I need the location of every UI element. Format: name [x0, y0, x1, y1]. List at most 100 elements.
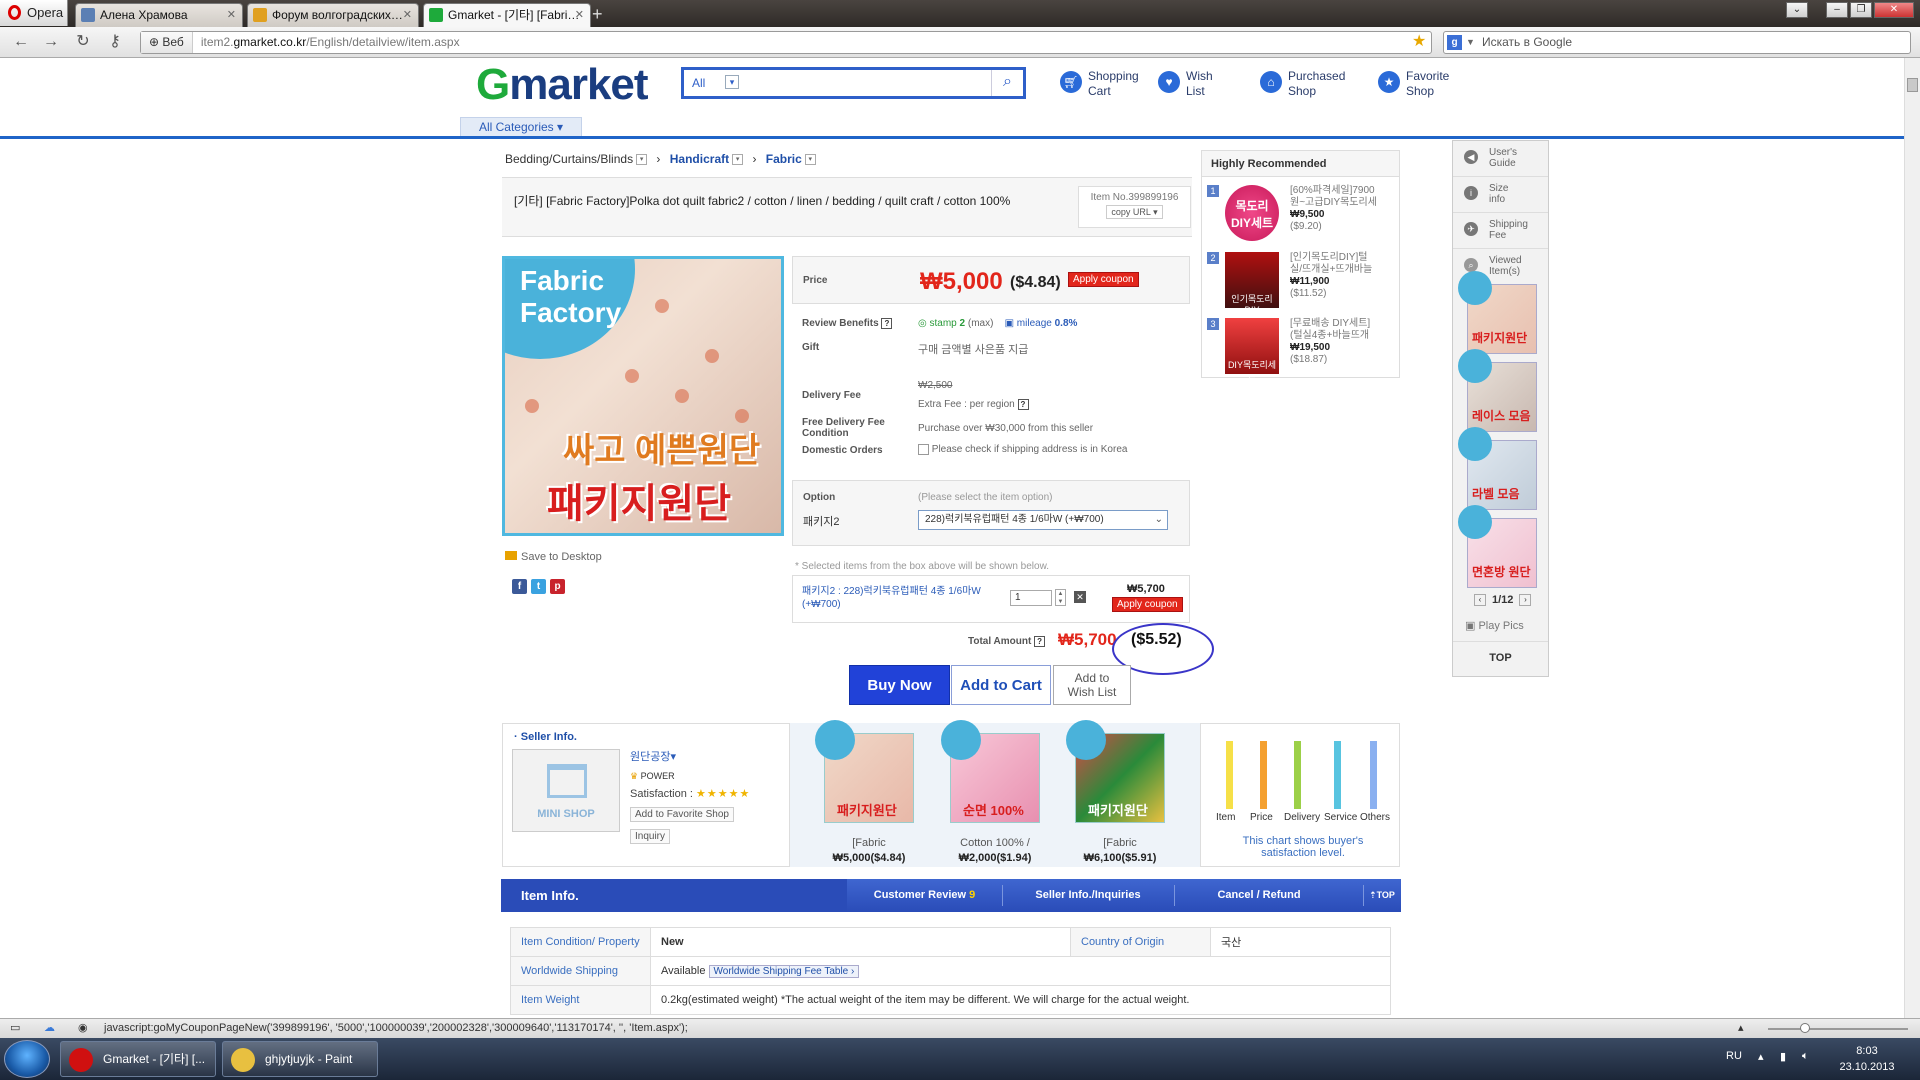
seller-product-price[interactable]: Cotton 100% / ₩2,000($1.94)	[935, 836, 1055, 866]
viewed-item-thumb[interactable]: 라벨 모음	[1458, 427, 1537, 510]
seller-product-image[interactable]: 순면 100%	[941, 720, 1040, 823]
favorite-shop-link[interactable]: ★ Favorite Shop	[1378, 69, 1449, 99]
recommended-item[interactable]: 3 DIY목도리세트 [무료배송 DIY세트] (털실4종+바늘뜨개 ₩19,500…	[1207, 318, 1397, 383]
address-bar[interactable]: ⊕ Веб item2.gmarket.co.kr/English/detailv…	[140, 31, 1432, 54]
apply-coupon-button[interactable]: Apply coupon	[1068, 272, 1139, 287]
viewed-item-thumb[interactable]: 면혼방 원단	[1458, 505, 1537, 588]
remove-item-icon[interactable]: ✕	[1074, 591, 1086, 603]
buy-now-button[interactable]: Buy Now	[849, 665, 950, 705]
chevron-down-icon[interactable]: ▾	[804, 154, 816, 166]
opera-menu-button[interactable]: Opera	[0, 0, 68, 26]
shipping-fee-link[interactable]: ✈ Shipping Fee	[1453, 213, 1548, 249]
recommended-image[interactable]: DIY목도리세트	[1225, 318, 1279, 383]
breadcrumb-item[interactable]: Fabric	[766, 152, 802, 166]
chevron-down-icon[interactable]: ▼	[1466, 32, 1475, 53]
chevron-down-icon[interactable]: ▾	[732, 154, 744, 166]
add-to-cart-button[interactable]: Add to Cart	[951, 665, 1051, 705]
vertical-scrollbar[interactable]	[1904, 58, 1920, 1018]
search-category[interactable]: All	[692, 76, 705, 90]
chevron-down-icon[interactable]: ▾	[725, 75, 739, 89]
mini-shop-button[interactable]: MINI SHOP	[512, 749, 620, 832]
chevron-down-icon[interactable]: ▾	[636, 154, 648, 166]
pinterest-icon[interactable]: p	[550, 579, 565, 594]
close-tab-icon[interactable]: ✕	[575, 4, 584, 26]
recommended-image[interactable]: 목도리 DIY세트	[1225, 185, 1279, 241]
site-search-box[interactable]: All ▾ ⌕	[681, 67, 1026, 99]
tab-seller-inquiries[interactable]: Seller Info./Inquiries	[1002, 879, 1174, 912]
chevron-up-icon[interactable]: ▴	[1738, 1019, 1744, 1038]
twitter-icon[interactable]: t	[531, 579, 546, 594]
play-pics-button[interactable]: ▣ Play Pics	[1465, 619, 1524, 632]
restore-icon[interactable]: ❐	[1850, 2, 1872, 18]
top-button[interactable]: TOP	[1453, 652, 1548, 664]
domestic-checkbox[interactable]	[918, 444, 929, 455]
all-categories-tab[interactable]: All Categories ▾	[460, 117, 582, 137]
key-icon[interactable]: ⚷	[104, 32, 126, 52]
tab-customer-review[interactable]: Customer Review 9	[847, 879, 1002, 912]
viewed-item-thumb[interactable]: 패키지원단	[1458, 271, 1537, 354]
windows-start-button[interactable]	[4, 1040, 50, 1078]
reload-icon[interactable]: ↻	[72, 32, 94, 52]
browser-tab[interactable]: Алена Храмова ✕	[75, 3, 243, 27]
seller-product-price[interactable]: [Fabric ₩5,000($4.84)	[809, 836, 929, 866]
browser-tab[interactable]: Форум волгоградских… ✕	[247, 3, 419, 27]
minimize-icon[interactable]: –	[1826, 2, 1848, 18]
new-tab-icon[interactable]: +	[592, 4, 603, 24]
seller-product-image[interactable]: 패키지원단	[815, 720, 914, 823]
search-icon[interactable]: ⌕	[991, 70, 1023, 96]
quantity-stepper[interactable]: ▲ ▼	[1055, 589, 1066, 606]
viewed-item-thumb[interactable]: 레이스 모음	[1458, 349, 1537, 432]
browser-tab-active[interactable]: Gmarket - [기타] [Fabri… ✕	[423, 3, 591, 27]
purchased-shop-link[interactable]: ⌂ Purchased Shop	[1260, 69, 1345, 99]
gmarket-logo[interactable]: Gmarket	[476, 60, 649, 110]
size-info-link[interactable]: i Size info	[1453, 177, 1548, 213]
turbo-icon[interactable]: ◉	[78, 1019, 88, 1038]
volume-icon[interactable]: 🔈︎	[1802, 1050, 1809, 1063]
facebook-icon[interactable]: f	[512, 579, 527, 594]
seller-product-price[interactable]: [Fabric ₩6,100($5.91)	[1060, 836, 1180, 866]
help-icon[interactable]: ?	[1017, 399, 1029, 410]
quantity-input[interactable]: 1	[1010, 590, 1052, 606]
language-indicator[interactable]: RU	[1726, 1050, 1742, 1062]
users-guide-link[interactable]: ◀ User's Guide	[1453, 141, 1548, 177]
cloud-icon[interactable]: ☁	[44, 1019, 55, 1038]
bookmark-star-icon[interactable]: ★	[1412, 31, 1426, 51]
shipping-fee-table-button[interactable]: Worldwide Shipping Fee Table ›	[708, 965, 860, 978]
taskbar-item-opera[interactable]: Gmarket - [기타] [...	[60, 1041, 216, 1077]
add-to-wish-list-button[interactable]: Add to Wish List	[1053, 665, 1131, 705]
shopping-cart-link[interactable]: 🛒︎ Shopping Cart	[1060, 69, 1139, 99]
apply-coupon-button[interactable]: Apply coupon	[1112, 597, 1183, 612]
chevron-left-icon[interactable]: ‹	[1474, 594, 1486, 607]
inquiry-button[interactable]: Inquiry	[630, 829, 671, 844]
browser-search-input[interactable]: g ▼ Искать в Google	[1443, 31, 1911, 54]
breadcrumb-item[interactable]: Handicraft	[670, 152, 729, 166]
show-hidden-icons-icon[interactable]: ▴	[1758, 1050, 1764, 1063]
recommended-image[interactable]: 인기목도리 DIY	[1225, 252, 1279, 315]
save-to-desktop-link[interactable]: Save to Desktop	[505, 551, 602, 563]
add-favorite-shop-button[interactable]: Add to Favorite Shop	[630, 807, 734, 822]
chevron-down-icon[interactable]: ⌄	[1786, 2, 1808, 18]
recommended-item[interactable]: 2 인기목도리 DIY [인기목도리DIY]털 실/뜨개실+뜨개바늘 ₩11,900…	[1207, 252, 1397, 315]
close-tab-icon[interactable]: ✕	[403, 4, 412, 26]
breadcrumb-item[interactable]: Bedding/Curtains/Blinds	[505, 152, 633, 166]
product-image[interactable]: Fabric Factory 싸고 예쁜원단 패키지원단	[502, 256, 784, 536]
tab-cancel-refund[interactable]: Cancel / Refund	[1174, 879, 1344, 912]
wish-list-link[interactable]: ♥ Wish List	[1158, 69, 1213, 99]
seller-name[interactable]: 원단공장▾	[630, 748, 676, 764]
chevron-right-icon[interactable]: ›	[1519, 594, 1532, 607]
help-icon[interactable]: ?	[1034, 636, 1046, 647]
recommended-item[interactable]: 1 목도리 DIY세트 [60%파격세일]7900 원~고급DIY목도리세 ₩9,5…	[1207, 185, 1397, 245]
back-arrow-icon[interactable]: ←	[10, 32, 32, 52]
scroll-thumb[interactable]	[1907, 78, 1918, 92]
help-icon[interactable]: ?	[881, 318, 893, 329]
close-window-icon[interactable]: ✕	[1874, 2, 1914, 18]
seller-product-image[interactable]: 패키지원단	[1066, 720, 1165, 823]
zoom-slider[interactable]	[1768, 1028, 1908, 1030]
option-select[interactable]: 228)럭키북유럽패턴 4종 1/6마W (+₩700) ⌄	[918, 510, 1168, 530]
clock[interactable]: 8:03 23.10.2013	[1832, 1043, 1902, 1075]
top-button[interactable]: ⇡TOP	[1363, 879, 1401, 912]
copy-url-button[interactable]: copy URL ▾	[1106, 205, 1163, 219]
forward-arrow-icon[interactable]: →	[40, 32, 62, 52]
network-icon[interactable]: ▮	[1780, 1050, 1786, 1063]
taskbar-item-paint[interactable]: ghjytjuyjk - Paint	[222, 1041, 378, 1077]
